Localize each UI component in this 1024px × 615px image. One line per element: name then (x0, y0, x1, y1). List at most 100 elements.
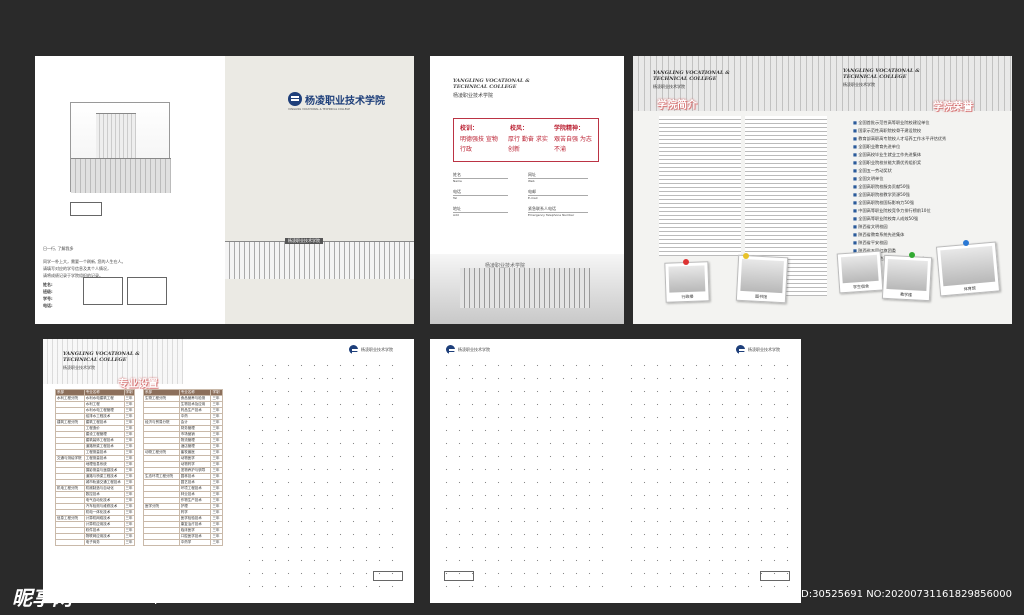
cover-panel: 日一行, 了解我多 同学一朴上大，需要一个刷新, 您的人生在人。 请填写对应的学… (35, 56, 414, 324)
intro-school-name-right: 杨凌职业技术学院 (843, 82, 875, 87)
majors-right-header: 杨凌职业技术学院 (361, 347, 393, 352)
motto-line-1: 明德强技 宣物行政 (460, 136, 498, 153)
honor-4: 全国职业教育先进单位 (853, 144, 900, 150)
notes-right-logo-icon (736, 345, 747, 354)
intro-school-name-en: YANGLING VOCATIONAL & TECHNICAL COLLEGE (653, 70, 730, 82)
cover-building-sketch: 杨凌职业技术学院 (225, 238, 414, 279)
honor-9: 全国高职院校服务贡献50强 (853, 184, 909, 190)
notes-left-dot-grid (440, 359, 605, 589)
photo-4: 教学楼 (881, 254, 933, 302)
pin-2-icon (743, 253, 749, 259)
watermark-logo: 昵享网 (12, 586, 72, 610)
watermark-url: www.nipic.com (108, 590, 206, 605)
intro-panel: YANGLING VOCATIONAL & TECHNICAL COLLEGE … (633, 56, 1012, 324)
notes-left-page-box (444, 571, 474, 581)
honor-6: 全国职业院校技能大赛优秀组织奖 (853, 160, 921, 166)
form-text-1: 同学一朴上大，需要一个刷新, 您的人生在人。 (43, 259, 126, 264)
form-title: 日一行, 了解我多 (43, 246, 74, 251)
table-cell (55, 539, 85, 546)
notes-left-header: 杨凌职业技术学院 (458, 347, 490, 352)
table-cell: 三年 (210, 539, 223, 546)
honor-10: 全国高职院校教学资源50强 (853, 192, 909, 198)
honor-7: 全国五一劳动奖状 (853, 168, 892, 174)
form-label-name: 姓名: (43, 282, 53, 287)
honor-15: 陕西省教育系统先进集体 (853, 232, 904, 238)
notes-left-logo-icon (446, 345, 457, 354)
pin-4-icon (963, 240, 969, 246)
notes-right-page-box (760, 571, 790, 581)
honor-12: 中国高等职业院校竞争力排行榜前10位 (853, 208, 930, 214)
notes-right-header: 杨凌职业技术学院 (748, 347, 780, 352)
majors-panel: YANGLING VOCATIONAL & TECHNICAL COLLEGE … (43, 339, 414, 603)
form-box-1 (83, 277, 123, 305)
majors-school-name-en: YANGLING VOCATIONAL & TECHNICAL COLLEGE (63, 351, 140, 363)
majors-dot-grid (243, 359, 403, 589)
intro-text-col-1 (659, 116, 741, 256)
table-cell: 城市轨道交通工程技术 (83, 479, 125, 486)
intro-title-left: 学院简介 (657, 100, 697, 111)
intro-school-name: 杨凌职业技术学院 (653, 84, 685, 89)
table-row: 电子商务 三年 (55, 539, 136, 546)
cover-front: 杨凌职业技术学院 YANGLING VOCATIONAL & TECHNICAL… (225, 56, 414, 324)
majors-logo-icon (349, 345, 360, 354)
field-name-en: Name (453, 179, 462, 183)
honor-2: 国家示范性高职院校骨干建设院校 (853, 128, 921, 134)
photo-3: 学生宿舍 (836, 250, 884, 294)
honor-3: 教育部高职高专院校人才培养工作水平评估优秀 (853, 136, 946, 142)
field-email-en: E-mail (528, 196, 538, 200)
photo-1: 行政楼 (664, 261, 710, 303)
card-building-sign: 杨凌职业技术学院 (485, 263, 526, 269)
table-cell (143, 539, 180, 546)
table-cell: 交通与测绘学院 (55, 455, 85, 462)
photo-5: 体育馆 (935, 241, 1001, 297)
notes-panel: 杨凌职业技术学院 杨凌职业技术学院 (430, 339, 801, 603)
field-web-en: Web (528, 179, 535, 183)
field-tel-en: Tel (453, 196, 458, 200)
motto-line-3: 艰苦自强 为志不渝 (554, 136, 592, 153)
honor-11: 全国高职院校国际影响力50强 (853, 200, 914, 206)
watermark-id: ID:30525691 NO:20200731161829856000 (798, 589, 1012, 600)
intro-school-name-en-right: YANGLING VOCATIONAL & TECHNICAL COLLEGE (843, 68, 920, 80)
form-box-2 (127, 277, 167, 305)
table-cell: 电子商务 (83, 539, 125, 546)
info-card-panel: YANGLING VOCATIONAL & TECHNICAL COLLEGE … (430, 56, 624, 324)
motto-line-2: 厚行 勤奋 求实 创新 (508, 136, 548, 153)
cover-building-sign: 杨凌职业技术学院 (285, 238, 323, 244)
table-row: 中药学 三年 (143, 539, 223, 546)
photo-placeholder (70, 202, 102, 216)
honor-13: 全国高等职业院校育人成效50强 (853, 216, 918, 222)
card-school-name-en: YANGLING VOCATIONAL & TECHNICAL COLLEGE (453, 78, 530, 90)
majors-page-box (373, 571, 403, 581)
pin-3-icon (909, 252, 915, 258)
field-add-en: Add (453, 213, 459, 217)
card-school-name: 杨凌职业技术学院 (453, 93, 494, 99)
campus-sketch (70, 102, 171, 193)
college-logo-icon (288, 92, 302, 106)
honor-16: 陕西省平安校园 (853, 240, 887, 246)
honor-5: 全国高校毕业生就业工作先进集体 (853, 152, 921, 158)
pin-1-icon (683, 259, 689, 265)
cover-school-name: 杨凌职业技术学院 (305, 96, 385, 107)
form-label-class: 班级: (43, 289, 53, 294)
motto-head-3: 学院精神： (554, 125, 585, 132)
form-label-id: 学号: (43, 296, 53, 301)
motto-head-1: 校训： (460, 125, 479, 132)
honor-1: 全国首批示范性高等职业院校建设单位 (853, 120, 929, 126)
card-building-sketch: 杨凌职业技术学院 (430, 254, 624, 324)
majors-table-2: 系部 专业名称 学制 生物工程分院 食品营养与检测 三年 生物技术及应用 三年 药品生产技术三… (143, 389, 223, 546)
majors-school-name: 杨凌职业技术学院 (63, 365, 95, 370)
honor-8: 全国文明单位 (853, 176, 883, 182)
table-cell: 三年 (123, 539, 136, 546)
motto-box: 校训： 校风： 学院精神： 明德强技 宣物行政 厚行 勤奋 求实 创新 艰苦自强… (453, 118, 599, 162)
notes-right-dot-grid (625, 359, 790, 589)
field-emergency-en: Emergency Telephone Number (528, 213, 575, 217)
intro-title-right: 学院荣誉 (933, 102, 973, 113)
honor-14: 陕西省文明校园 (853, 224, 887, 230)
cover-school-name-en: YANGLING VOCATIONAL & TECHNICAL COLLEGE (288, 108, 351, 111)
photo-2: 图书馆 (735, 254, 789, 304)
majors-title: 专业设置 (118, 379, 158, 390)
form-text-2: 请填写对应的学号信息及其个人情况， (43, 266, 111, 271)
form-label-phone: 电话: (43, 303, 53, 308)
motto-head-2: 校风： (510, 125, 529, 132)
table-cell: 中药学 (178, 539, 212, 546)
